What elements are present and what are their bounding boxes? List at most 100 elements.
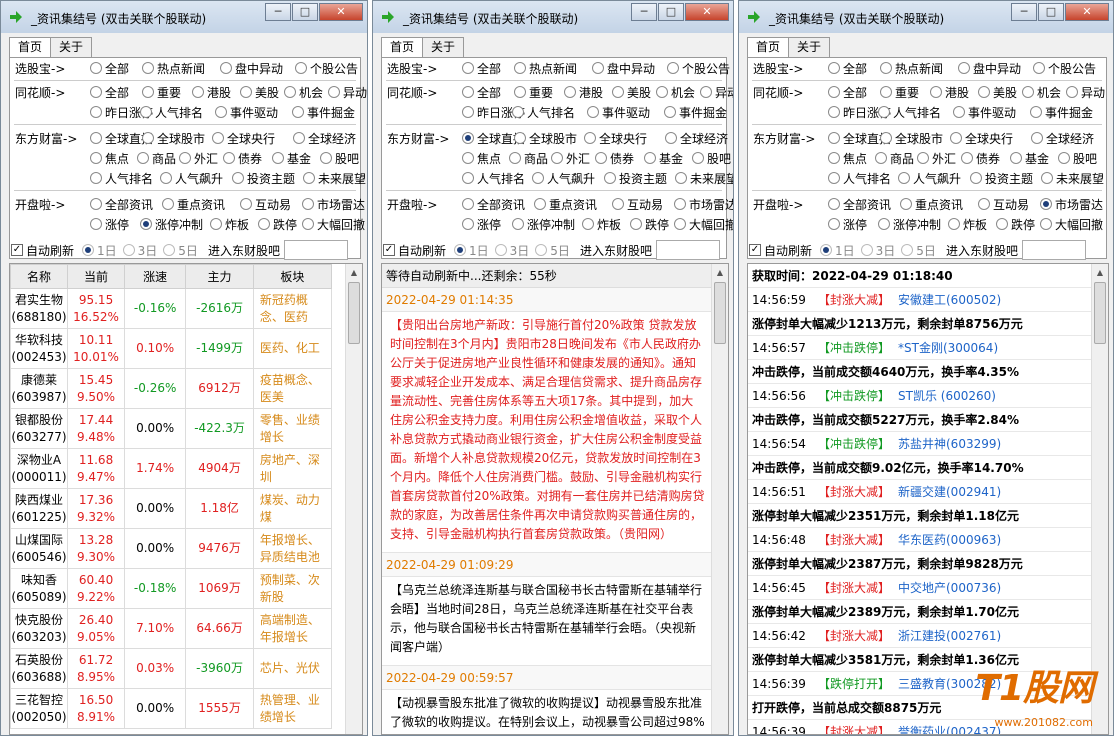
radio-circle[interactable] [284,86,296,98]
radio-d3[interactable]: 3日 [494,242,529,259]
radio-circle[interactable] [1041,172,1053,184]
stock-name[interactable]: 三花智控 (002050) [10,688,69,729]
radar-row[interactable]: 14:56:45 【封涨大减】 中交地产(000736) [748,576,1091,600]
radio-circle[interactable] [1022,86,1034,98]
scrollbar[interactable]: ▲ [345,264,362,734]
radio-circle[interactable] [604,172,616,184]
radio-circle[interactable] [978,198,990,210]
radio-circle[interactable] [587,106,599,118]
radio-ths-4[interactable]: 机会 [284,82,323,102]
guba-link[interactable]: 进入东财股吧 [946,242,1018,259]
radio-kpl-2[interactable]: 互动易 [978,194,1029,214]
news-body[interactable]: 【乌克兰总统泽连斯基与联合国秘书长古特雷斯在基辅举行会晤】当地时间28日，乌克兰… [382,577,711,666]
radio-dfcf-9[interactable]: 股吧 [692,148,731,168]
table-row[interactable]: 味知香 (605089) 60.40 9.22% -0.18% 1069万 预制菜、次新股 [10,568,333,609]
radio-circle[interactable] [137,152,149,164]
radio-d1[interactable]: 1日 [82,242,117,259]
radio-d3[interactable]: 3日 [122,242,157,259]
radio-circle[interactable] [509,152,521,164]
radio-dfcf-10[interactable]: 人气排名 [90,168,153,188]
radio-dfcf-4[interactable]: 焦点 [462,148,501,168]
radio-ths-4[interactable]: 机会 [656,82,695,102]
radio-circle[interactable] [192,86,204,98]
minimize-button[interactable]: ─ [265,3,291,21]
radio-dfcf-8[interactable]: 基金 [272,148,311,168]
radio-kpl-3[interactable]: 市场雷达 [302,194,365,214]
radio-d5[interactable]: 5日 [901,242,936,259]
close-button[interactable]: ✕ [1065,3,1109,21]
radio-xgb-3[interactable]: 个股公告 [667,58,730,78]
scrollbar[interactable]: ▲ [711,264,728,734]
radio-kpl-4[interactable]: 涨停 [828,214,867,234]
radio-ths-2[interactable]: 港股 [192,82,231,102]
radio-kpl-5[interactable]: 涨停冲制 [512,214,575,234]
radio-dfcf-13[interactable]: 未来展望 [675,168,733,188]
radio-circle[interactable] [664,106,676,118]
guba-link[interactable]: 进入东财股吧 [208,242,280,259]
radio-circle[interactable] [535,244,548,256]
radio-circle[interactable] [1040,218,1052,230]
radio-circle[interactable] [878,218,890,230]
radio-circle[interactable] [122,244,135,256]
radio-circle[interactable] [667,62,679,74]
radio-circle[interactable] [917,152,929,164]
table-row[interactable]: 快克股份 (603203) 26.40 9.05% 7.10% 64.66万 高端制造、年报… [10,608,333,649]
radio-circle[interactable] [1031,132,1043,144]
radio-kpl-6[interactable]: 炸板 [582,214,621,234]
table-row[interactable]: 深物业A (000011) 11.68 9.47% 1.74% 4904万 房地产、深圳 [10,448,333,489]
radio-circle[interactable] [210,218,222,230]
radio-circle[interactable] [303,172,315,184]
radio-xgb-0[interactable]: 全部 [462,58,501,78]
radio-circle[interactable] [630,218,642,230]
radio-ths-9[interactable]: 事件掘金 [1030,102,1093,122]
radio-circle[interactable] [454,244,467,256]
radio-kpl-2[interactable]: 互动易 [612,194,663,214]
radio-circle[interactable] [675,172,687,184]
col-header[interactable]: 涨速 [124,264,187,289]
col-header[interactable]: 当前 [67,264,126,289]
radio-circle[interactable] [1058,152,1070,164]
maximize-button[interactable]: □ [658,3,684,21]
radio-ths-9[interactable]: 事件掘金 [664,102,727,122]
radio-circle[interactable] [595,152,607,164]
radio-circle[interactable] [828,132,840,144]
radio-circle[interactable] [665,132,677,144]
radio-circle[interactable] [948,218,960,230]
radio-circle[interactable] [512,218,524,230]
radio-d3[interactable]: 3日 [860,242,895,259]
radio-xgb-2[interactable]: 盘中异动 [220,58,283,78]
radio-circle[interactable] [958,62,970,74]
radio-dfcf-11[interactable]: 人气飙升 [898,168,961,188]
radio-circle[interactable] [674,198,686,210]
radio-kpl-4[interactable]: 涨停 [90,214,129,234]
radio-circle[interactable] [82,244,95,256]
radio-circle[interactable] [656,86,668,98]
radio-circle[interactable] [232,172,244,184]
radio-ths-7[interactable]: 人气排名 [140,102,203,122]
radio-dfcf-3[interactable]: 全球经济 [665,128,728,148]
radio-kpl-0[interactable]: 全部资讯 [462,194,525,214]
radio-circle[interactable] [1040,198,1052,210]
radio-circle[interactable] [462,106,474,118]
radio-dfcf-1[interactable]: 全球股市 [142,128,205,148]
radio-circle[interactable] [295,62,307,74]
guba-link[interactable]: 进入东财股吧 [580,242,652,259]
stock-name[interactable]: 味知香 (605089) [10,568,69,609]
radio-kpl-5[interactable]: 涨停冲制 [878,214,941,234]
stock-name[interactable]: 陕西煤业 (601225) [10,488,69,529]
maximize-button[interactable]: □ [292,3,318,21]
radio-ths-2[interactable]: 港股 [930,82,969,102]
stock-name[interactable]: 君实生物 (688180) [10,288,69,329]
radio-circle[interactable] [860,244,873,256]
maximize-button[interactable]: □ [1038,3,1064,21]
radio-dfcf-1[interactable]: 全球股市 [880,128,943,148]
radio-dfcf-5[interactable]: 商品 [875,148,914,168]
radio-circle[interactable] [223,152,235,164]
tab-home[interactable]: 首页 [747,37,790,58]
radio-kpl-2[interactable]: 互动易 [240,194,291,214]
radar-stock[interactable]: 安徽建工(600502) [898,288,1001,311]
scrollbar[interactable]: ▲ [1091,264,1108,734]
radio-circle[interactable] [534,198,546,210]
radio-ths-9[interactable]: 事件掘金 [292,102,355,122]
radar-row[interactable]: 14:56:59 【封涨大减】 安徽建工(600502) [748,288,1091,312]
